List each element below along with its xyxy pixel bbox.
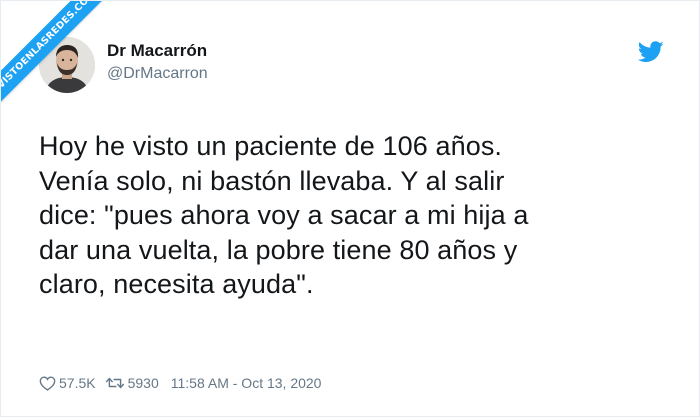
user-handle[interactable]: @DrMacarron [107, 65, 208, 83]
retweet-count: 5930 [127, 375, 159, 391]
retweet-action[interactable]: 5930 [105, 375, 159, 391]
retweet-icon [105, 377, 124, 389]
tweet-timestamp[interactable]: 11:58 AM - Oct 13, 2020 [171, 375, 322, 391]
twitter-bird-icon[interactable] [637, 41, 664, 63]
like-action[interactable]: 57.5K [39, 375, 96, 391]
heart-icon [39, 376, 56, 391]
watermark-ribbon-wrapper: VISTOENLASREDES.COM [1, 1, 121, 121]
watermark-ribbon: VISTOENLASREDES.COM [1, 1, 119, 112]
like-count: 57.5K [59, 375, 96, 391]
tweet-text: Hoy he visto un paciente de 106 años. Ve… [39, 131, 529, 299]
display-name[interactable]: Dr Macarrón [107, 41, 207, 61]
tweet-card: VISTOENLASREDES.COM Dr Macarrón @DrMacar… [0, 0, 700, 417]
tweet-footer: 57.5K 5930 11:58 AM - Oct 13, 2020 [39, 373, 321, 393]
timestamp-text: 11:58 AM - Oct 13, 2020 [170, 375, 322, 391]
